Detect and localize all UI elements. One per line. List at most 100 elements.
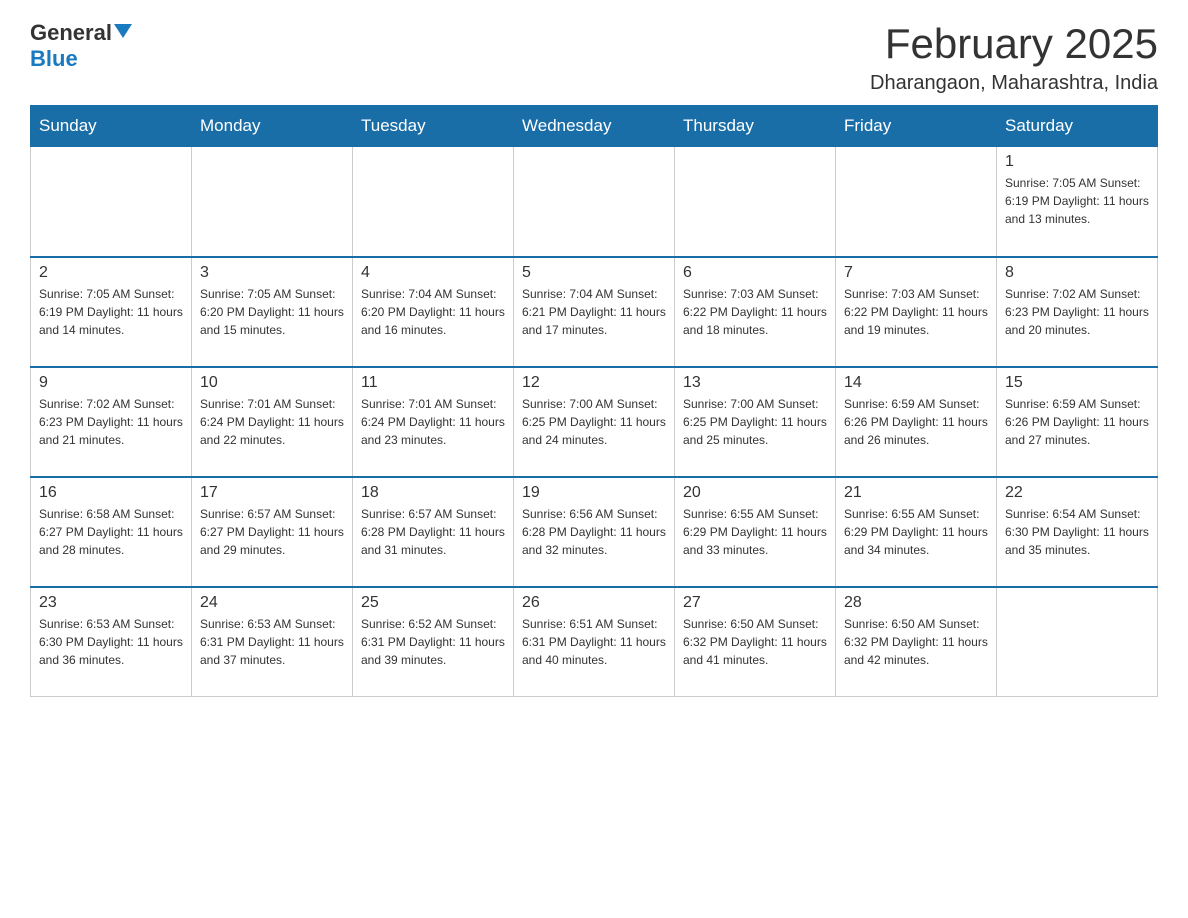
day-number: 7 bbox=[844, 264, 988, 282]
table-row bbox=[997, 587, 1158, 697]
day-info: Sunrise: 6:59 AM Sunset: 6:26 PM Dayligh… bbox=[844, 395, 988, 449]
day-number: 2 bbox=[39, 264, 183, 282]
col-thursday: Thursday bbox=[675, 106, 836, 147]
day-info: Sunrise: 6:52 AM Sunset: 6:31 PM Dayligh… bbox=[361, 615, 505, 669]
col-friday: Friday bbox=[836, 106, 997, 147]
table-row: 18 Sunrise: 6:57 AM Sunset: 6:28 PM Dayli… bbox=[353, 477, 514, 587]
day-number: 4 bbox=[361, 264, 505, 282]
day-number: 15 bbox=[1005, 374, 1149, 392]
table-row: 8 Sunrise: 7:02 AM Sunset: 6:23 PM Daylig… bbox=[997, 257, 1158, 367]
table-row: 9 Sunrise: 7:02 AM Sunset: 6:23 PM Daylig… bbox=[31, 367, 192, 477]
day-info: Sunrise: 6:58 AM Sunset: 6:27 PM Dayligh… bbox=[39, 505, 183, 559]
day-info: Sunrise: 7:05 AM Sunset: 6:20 PM Dayligh… bbox=[200, 285, 344, 339]
day-number: 20 bbox=[683, 484, 827, 502]
calendar-week-row: 1 Sunrise: 7:05 AM Sunset: 6:19 PM Daylig… bbox=[31, 147, 1158, 257]
table-row: 23 Sunrise: 6:53 AM Sunset: 6:30 PM Dayli… bbox=[31, 587, 192, 697]
table-row: 25 Sunrise: 6:52 AM Sunset: 6:31 PM Dayli… bbox=[353, 587, 514, 697]
day-number: 13 bbox=[683, 374, 827, 392]
col-sunday: Sunday bbox=[31, 106, 192, 147]
day-info: Sunrise: 6:55 AM Sunset: 6:29 PM Dayligh… bbox=[844, 505, 988, 559]
day-number: 25 bbox=[361, 594, 505, 612]
calendar-week-row: 23 Sunrise: 6:53 AM Sunset: 6:30 PM Dayli… bbox=[31, 587, 1158, 697]
table-row: 2 Sunrise: 7:05 AM Sunset: 6:19 PM Daylig… bbox=[31, 257, 192, 367]
table-row: 6Sunrise: 7:03 AM Sunset: 6:22 PM Daylig… bbox=[675, 257, 836, 367]
col-wednesday: Wednesday bbox=[514, 106, 675, 147]
table-row: 16 Sunrise: 6:58 AM Sunset: 6:27 PM Dayli… bbox=[31, 477, 192, 587]
day-number: 1 bbox=[1005, 153, 1149, 171]
table-row: 22Sunrise: 6:54 AM Sunset: 6:30 PM Dayli… bbox=[997, 477, 1158, 587]
day-info: Sunrise: 6:59 AM Sunset: 6:26 PM Dayligh… bbox=[1005, 395, 1149, 449]
day-number: 12 bbox=[522, 374, 666, 392]
day-number: 27 bbox=[683, 594, 827, 612]
table-row: 21 Sunrise: 6:55 AM Sunset: 6:29 PM Dayli… bbox=[836, 477, 997, 587]
day-info: Sunrise: 7:02 AM Sunset: 6:23 PM Dayligh… bbox=[1005, 285, 1149, 339]
day-info: Sunrise: 6:56 AM Sunset: 6:28 PM Dayligh… bbox=[522, 505, 666, 559]
day-info: Sunrise: 7:04 AM Sunset: 6:21 PM Dayligh… bbox=[522, 285, 666, 339]
day-number: 23 bbox=[39, 594, 183, 612]
table-row: 17 Sunrise: 6:57 AM Sunset: 6:27 PM Dayli… bbox=[192, 477, 353, 587]
day-number: 3 bbox=[200, 264, 344, 282]
table-row bbox=[836, 147, 997, 257]
table-row: 5 Sunrise: 7:04 AM Sunset: 6:21 PM Daylig… bbox=[514, 257, 675, 367]
day-info: Sunrise: 7:05 AM Sunset: 6:19 PM Dayligh… bbox=[1005, 174, 1149, 228]
day-number: 10 bbox=[200, 374, 344, 392]
day-number: 24 bbox=[200, 594, 344, 612]
day-number: 8 bbox=[1005, 264, 1149, 282]
table-row: 14Sunrise: 6:59 AM Sunset: 6:26 PM Dayli… bbox=[836, 367, 997, 477]
col-saturday: Saturday bbox=[997, 106, 1158, 147]
table-row: 7 Sunrise: 7:03 AM Sunset: 6:22 PM Daylig… bbox=[836, 257, 997, 367]
day-info: Sunrise: 6:50 AM Sunset: 6:32 PM Dayligh… bbox=[683, 615, 827, 669]
calendar-week-row: 2 Sunrise: 7:05 AM Sunset: 6:19 PM Daylig… bbox=[31, 257, 1158, 367]
table-row: 27 Sunrise: 6:50 AM Sunset: 6:32 PM Dayli… bbox=[675, 587, 836, 697]
logo-general-text: General bbox=[30, 20, 112, 46]
day-number: 17 bbox=[200, 484, 344, 502]
table-row bbox=[514, 147, 675, 257]
table-row: 12Sunrise: 7:00 AM Sunset: 6:25 PM Dayli… bbox=[514, 367, 675, 477]
day-number: 18 bbox=[361, 484, 505, 502]
day-info: Sunrise: 7:03 AM Sunset: 6:22 PM Dayligh… bbox=[844, 285, 988, 339]
page-header: General Blue February 2025 Dharangaon, M… bbox=[30, 20, 1158, 95]
day-number: 9 bbox=[39, 374, 183, 392]
day-info: Sunrise: 6:53 AM Sunset: 6:31 PM Dayligh… bbox=[200, 615, 344, 669]
table-row: 13 Sunrise: 7:00 AM Sunset: 6:25 PM Dayli… bbox=[675, 367, 836, 477]
logo-blue-text: Blue bbox=[30, 46, 78, 72]
calendar-week-row: 16 Sunrise: 6:58 AM Sunset: 6:27 PM Dayli… bbox=[31, 477, 1158, 587]
day-info: Sunrise: 7:02 AM Sunset: 6:23 PM Dayligh… bbox=[39, 395, 183, 449]
col-monday: Monday bbox=[192, 106, 353, 147]
day-info: Sunrise: 7:01 AM Sunset: 6:24 PM Dayligh… bbox=[200, 395, 344, 449]
table-row: 20 Sunrise: 6:55 AM Sunset: 6:29 PM Dayli… bbox=[675, 477, 836, 587]
day-number: 28 bbox=[844, 594, 988, 612]
day-info: Sunrise: 6:57 AM Sunset: 6:28 PM Dayligh… bbox=[361, 505, 505, 559]
table-row bbox=[192, 147, 353, 257]
calendar-table: Sunday Monday Tuesday Wednesday Thursday… bbox=[30, 105, 1158, 697]
table-row: 4 Sunrise: 7:04 AM Sunset: 6:20 PM Daylig… bbox=[353, 257, 514, 367]
day-number: 11 bbox=[361, 374, 505, 392]
table-row: 24 Sunrise: 6:53 AM Sunset: 6:31 PM Dayli… bbox=[192, 587, 353, 697]
day-info: Sunrise: 7:04 AM Sunset: 6:20 PM Dayligh… bbox=[361, 285, 505, 339]
day-number: 19 bbox=[522, 484, 666, 502]
title-block: February 2025 Dharangaon, Maharashtra, I… bbox=[870, 20, 1158, 95]
table-row: 19 Sunrise: 6:56 AM Sunset: 6:28 PM Dayli… bbox=[514, 477, 675, 587]
day-info: Sunrise: 6:57 AM Sunset: 6:27 PM Dayligh… bbox=[200, 505, 344, 559]
day-info: Sunrise: 7:00 AM Sunset: 6:25 PM Dayligh… bbox=[683, 395, 827, 449]
calendar-week-row: 9 Sunrise: 7:02 AM Sunset: 6:23 PM Daylig… bbox=[31, 367, 1158, 477]
day-number: 16 bbox=[39, 484, 183, 502]
day-number: 21 bbox=[844, 484, 988, 502]
table-row: 28 Sunrise: 6:50 AM Sunset: 6:32 PM Dayli… bbox=[836, 587, 997, 697]
day-info: Sunrise: 6:55 AM Sunset: 6:29 PM Dayligh… bbox=[683, 505, 827, 559]
month-title: February 2025 bbox=[870, 20, 1158, 68]
table-row bbox=[353, 147, 514, 257]
location: Dharangaon, Maharashtra, India bbox=[870, 72, 1158, 95]
day-number: 26 bbox=[522, 594, 666, 612]
table-row: 11Sunrise: 7:01 AM Sunset: 6:24 PM Dayli… bbox=[353, 367, 514, 477]
table-row: 1 Sunrise: 7:05 AM Sunset: 6:19 PM Daylig… bbox=[997, 147, 1158, 257]
day-info: Sunrise: 6:50 AM Sunset: 6:32 PM Dayligh… bbox=[844, 615, 988, 669]
day-info: Sunrise: 7:05 AM Sunset: 6:19 PM Dayligh… bbox=[39, 285, 183, 339]
logo: General Blue bbox=[30, 20, 132, 72]
table-row: 10 Sunrise: 7:01 AM Sunset: 6:24 PM Dayli… bbox=[192, 367, 353, 477]
day-number: 5 bbox=[522, 264, 666, 282]
table-row: 3 Sunrise: 7:05 AM Sunset: 6:20 PM Daylig… bbox=[192, 257, 353, 367]
col-tuesday: Tuesday bbox=[353, 106, 514, 147]
day-info: Sunrise: 6:53 AM Sunset: 6:30 PM Dayligh… bbox=[39, 615, 183, 669]
day-info: Sunrise: 6:51 AM Sunset: 6:31 PM Dayligh… bbox=[522, 615, 666, 669]
